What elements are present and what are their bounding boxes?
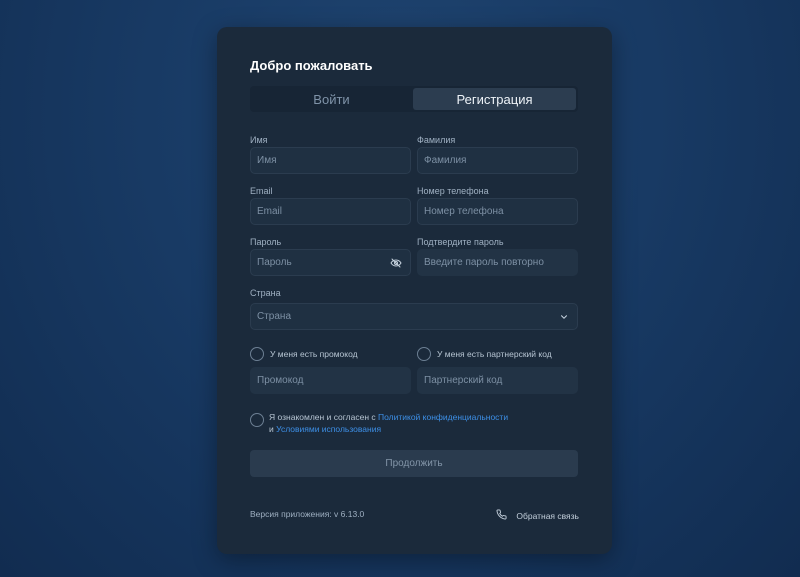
partner-input[interactable] bbox=[424, 375, 577, 386]
terms-link[interactable]: Условиями использования bbox=[276, 424, 381, 434]
country-select-value: Страна bbox=[257, 311, 292, 322]
password-label: Пароль bbox=[250, 237, 282, 247]
tab-login[interactable]: Войти bbox=[250, 86, 413, 112]
password-field bbox=[250, 249, 411, 276]
phone-label: Номер телефона bbox=[417, 186, 489, 196]
first-name-field bbox=[250, 147, 411, 174]
phone-icon bbox=[496, 507, 507, 525]
email-input[interactable] bbox=[257, 206, 410, 217]
first-name-input[interactable] bbox=[257, 155, 410, 166]
app-version: Версия приложения: v 6.13.0 bbox=[250, 509, 365, 519]
tab-register[interactable]: Регистрация bbox=[413, 88, 576, 110]
phone-input[interactable] bbox=[424, 206, 577, 217]
confirm-password-label: Подтвердите пароль bbox=[417, 237, 504, 247]
confirm-password-input[interactable] bbox=[424, 257, 577, 268]
partner-field bbox=[417, 367, 578, 394]
promo-checkbox[interactable] bbox=[250, 347, 264, 361]
auth-tabs: Войти Регистрация bbox=[250, 86, 578, 112]
promo-checkbox-label: У меня есть промокод bbox=[270, 349, 358, 359]
phone-field bbox=[417, 198, 578, 225]
agreement-checkbox[interactable] bbox=[250, 413, 264, 427]
continue-button[interactable]: Продолжить bbox=[250, 450, 578, 477]
email-label: Email bbox=[250, 186, 273, 196]
email-field bbox=[250, 198, 411, 225]
promo-input[interactable] bbox=[257, 375, 410, 386]
feedback-link[interactable]: Обратная связь bbox=[496, 507, 579, 525]
first-name-label: Имя bbox=[250, 135, 268, 145]
country-select[interactable]: Страна bbox=[250, 303, 578, 330]
feedback-label: Обратная связь bbox=[516, 511, 579, 521]
password-input[interactable] bbox=[257, 257, 377, 268]
country-label: Страна bbox=[250, 288, 281, 298]
partner-checkbox[interactable] bbox=[417, 347, 431, 361]
last-name-field bbox=[417, 147, 578, 174]
page-title: Добро пожаловать bbox=[250, 58, 373, 73]
agreement-text: Я ознакомлен и согласен с Политикой конф… bbox=[269, 411, 569, 435]
registration-card: Добро пожаловать Войти Регистрация Имя Ф… bbox=[217, 27, 612, 554]
confirm-password-field bbox=[417, 249, 578, 276]
last-name-label: Фамилия bbox=[417, 135, 456, 145]
eye-off-icon[interactable] bbox=[390, 257, 402, 269]
last-name-input[interactable] bbox=[424, 155, 577, 166]
promo-field bbox=[250, 367, 411, 394]
agreement-prefix: Я ознакомлен и согласен с bbox=[269, 412, 379, 422]
chevron-down-icon bbox=[559, 312, 569, 322]
partner-checkbox-label: У меня есть партнерский код bbox=[437, 349, 552, 359]
privacy-policy-link[interactable]: Политикой конфиденциальности bbox=[378, 412, 508, 422]
